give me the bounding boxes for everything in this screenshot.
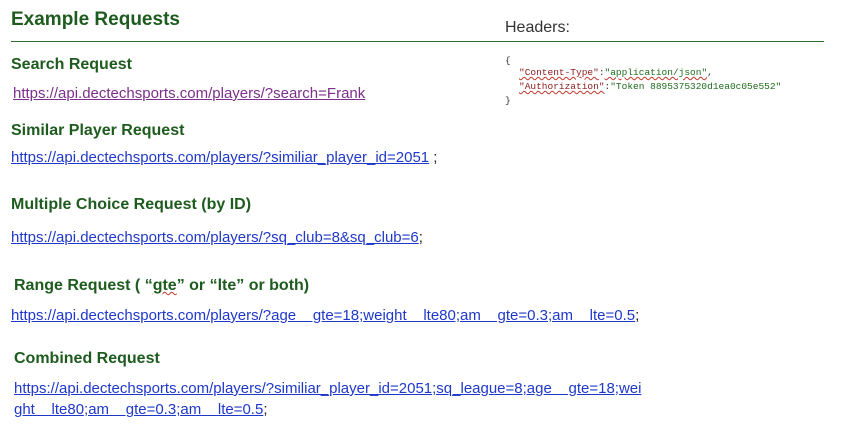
header-line-content-type: "Content-Type":"application/json", xyxy=(519,67,713,78)
range-request-line: https://api.dectechsports.com/players/?a… xyxy=(11,307,639,325)
header-line-authorization: "Authorization":"Token 8895375320d1ea0c0… xyxy=(519,81,781,92)
header-key: "Content-Type" xyxy=(519,67,599,78)
similar-request-line: https://api.dectechsports.com/players/?s… xyxy=(11,149,437,167)
combined-request-link-part1[interactable]: https://api.dectechsports.com/players/?s… xyxy=(14,380,641,397)
combined-request-line-2: ght lte80;am gte=0.3;am lte=0.5; xyxy=(14,401,268,419)
header-value: "Token 8895375320d1ea0c05e552" xyxy=(610,81,782,92)
page-title: Example Requests xyxy=(11,9,180,30)
similar-request-suffix: ; xyxy=(429,149,438,166)
header-value: "application/json" xyxy=(604,67,708,78)
range-heading-pre: Range Request ( “ xyxy=(14,277,153,294)
combined-request-heading: Combined Request xyxy=(14,350,160,367)
search-request-link[interactable]: https://api.dectechsports.com/players/?s… xyxy=(13,85,365,102)
multiple-request-link[interactable]: https://api.dectechsports.com/players/?s… xyxy=(11,229,419,246)
range-heading-gte: gte xyxy=(152,277,177,294)
search-request-line: https://api.dectechsports.com/players/?s… xyxy=(13,85,365,103)
range-request-heading: Range Request ( “gte” or “lte” or both) xyxy=(14,277,309,295)
range-heading-mid: ” or “lte” or both) xyxy=(176,277,310,294)
multiple-request-suffix: ; xyxy=(418,229,423,246)
headers-open-brace: { xyxy=(505,55,511,66)
multiple-request-heading: Multiple Choice Request (by ID) xyxy=(11,196,252,213)
similar-request-heading: Similar Player Request xyxy=(11,122,185,139)
header-end: , xyxy=(707,67,713,78)
range-request-suffix: ; xyxy=(635,307,640,324)
combined-request-link-part2[interactable]: ght lte80;am gte=0.3;am lte=0.5 xyxy=(14,401,263,418)
title-divider xyxy=(11,41,824,42)
combined-request-line-1: https://api.dectechsports.com/players/?s… xyxy=(14,380,641,398)
headers-close-brace: } xyxy=(505,95,511,106)
range-request-link[interactable]: https://api.dectechsports.com/players/?a… xyxy=(11,307,635,324)
header-key: "Authorization" xyxy=(519,81,605,92)
combined-request-suffix: ; xyxy=(263,401,268,418)
headers-title: Headers: xyxy=(505,19,570,36)
search-request-heading: Search Request xyxy=(11,56,132,73)
similar-request-link[interactable]: https://api.dectechsports.com/players/?s… xyxy=(11,149,429,166)
multiple-request-line: https://api.dectechsports.com/players/?s… xyxy=(11,229,423,247)
